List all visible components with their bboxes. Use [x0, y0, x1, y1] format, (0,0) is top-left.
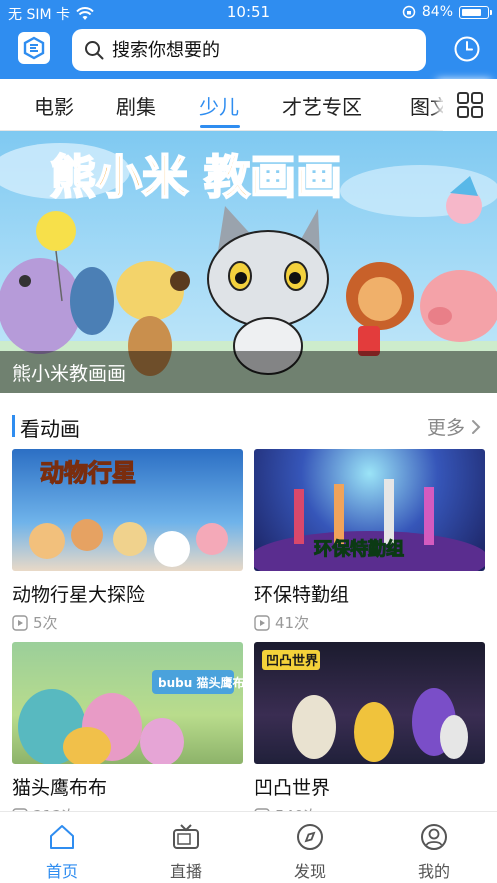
chevron-right-icon — [472, 419, 481, 434]
video-card[interactable]: 凹凸世界 凹凸世界 540次 — [254, 642, 485, 826]
video-thumbnail: 环保特勤组 — [254, 449, 485, 571]
nav-home[interactable]: 首页 — [22, 820, 102, 882]
nav-discover[interactable]: 发现 — [270, 820, 350, 882]
video-title: 猫头鹰布布 — [12, 777, 108, 799]
nav-discover-label: 发现 — [293, 862, 326, 881]
status-bar: 无 SIM 卡 10:51 84% — [0, 0, 497, 24]
video-thumbnail: 动物行星 — [12, 449, 243, 571]
more-label: 更多 — [426, 417, 465, 439]
play-count-icon — [254, 614, 270, 631]
app-logo[interactable] — [18, 32, 50, 64]
category-tabs: 电影 剧集 少儿 才艺专区 图文 — [0, 79, 497, 131]
battery-icon — [459, 5, 492, 19]
top-header: 无 SIM 卡 10:51 84% — [0, 0, 497, 79]
more-link[interactable]: 更多 — [427, 413, 481, 440]
active-tab-indicator — [200, 125, 240, 128]
play-count: 41次 — [275, 614, 310, 632]
video-thumbnail: bubu 猫头鹰布布 — [12, 642, 243, 764]
play-count-icon — [12, 614, 28, 631]
video-card[interactable]: 环保特勤组 环保特勤组 41次 — [254, 449, 485, 633]
search-icon — [85, 41, 104, 60]
video-title: 动物行星大探险 — [12, 584, 146, 606]
featured-banner[interactable]: 熊小米 教画画 熊小米教画画 — [0, 131, 497, 393]
play-count: 5次 — [33, 614, 58, 632]
home-icon — [50, 825, 74, 849]
bottom-tab-bar: 首页 直播 发现 我的 — [0, 811, 497, 883]
tab-talent[interactable]: 才艺专区 — [282, 91, 362, 120]
section-title: 看动画 — [20, 417, 80, 441]
logo-icon — [23, 36, 45, 60]
video-title: 凹凸世界 — [254, 777, 331, 799]
search-bar[interactable] — [72, 29, 426, 71]
banner-caption: 熊小米教画画 — [0, 351, 497, 393]
tv-icon — [173, 824, 199, 849]
nav-live-label: 直播 — [169, 862, 202, 881]
nav-me[interactable]: 我的 — [394, 820, 474, 882]
nav-live[interactable]: 直播 — [146, 820, 226, 882]
video-thumbnail: 凹凸世界 — [254, 642, 485, 764]
user-icon — [421, 824, 447, 850]
video-card[interactable]: bubu 猫头鹰布布 猫头鹰布布 212次 — [12, 642, 243, 826]
video-title: 环保特勤组 — [254, 584, 350, 606]
all-categories-button[interactable] — [443, 79, 497, 131]
tab-movies[interactable]: 电影 — [34, 91, 74, 120]
history-clock-icon[interactable] — [453, 35, 481, 63]
thumb-caption: bubu 猫头鹰布布 — [158, 675, 243, 690]
tab-series[interactable]: 剧集 — [116, 91, 156, 120]
section-accent-bar — [12, 415, 15, 437]
section-header: 看动画 更多 — [0, 405, 497, 445]
compass-icon — [297, 824, 323, 850]
thumb-caption: 凹凸世界 — [266, 653, 318, 669]
thumb-caption: 动物行星 — [40, 459, 136, 487]
nav-home-label: 首页 — [45, 862, 78, 881]
video-card[interactable]: 动物行星 动物行星大探险 5次 — [12, 449, 243, 633]
rotation-lock-icon — [402, 5, 416, 19]
grid-icon — [457, 92, 483, 118]
banner-art-title: 熊小米 教画画 — [50, 150, 342, 204]
tab-kids[interactable]: 少儿 — [199, 91, 239, 120]
search-input[interactable] — [112, 39, 412, 61]
battery-percent: 84% — [421, 4, 453, 20]
thumb-caption: 环保特勤组 — [314, 538, 404, 560]
nav-me-label: 我的 — [417, 862, 450, 881]
